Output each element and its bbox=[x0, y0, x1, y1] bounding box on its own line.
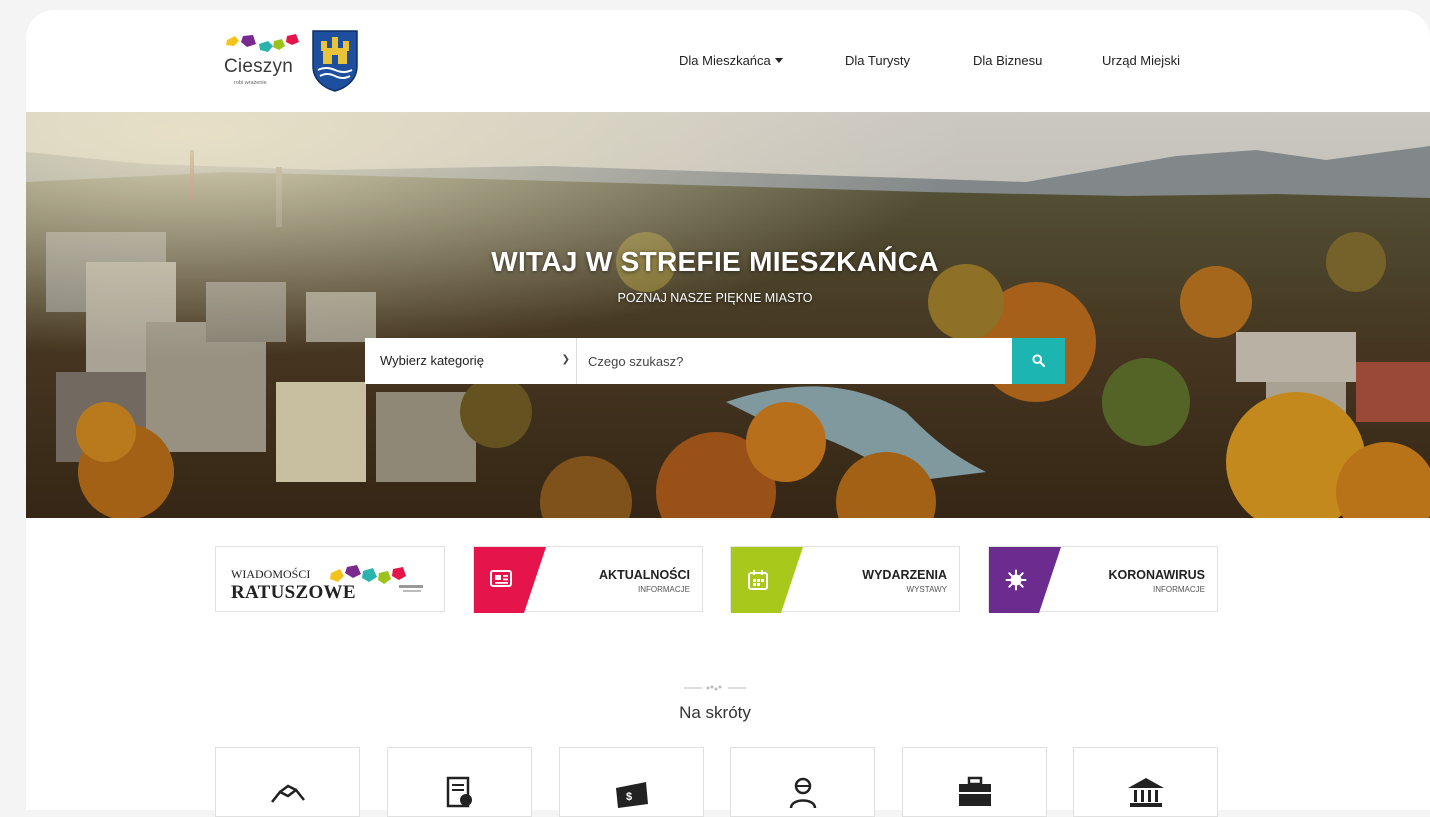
section-divider-icon bbox=[684, 685, 746, 691]
caret-down-icon bbox=[774, 58, 783, 63]
document-icon bbox=[446, 776, 472, 808]
nav-dla-mieszkanca[interactable]: Dla Mieszkańca bbox=[679, 53, 783, 68]
search-bar: Wybierz kategorię ❯ bbox=[365, 338, 1065, 384]
site-logo[interactable]: Cieszyn robi wrażenie bbox=[222, 28, 362, 94]
nav-urzad-miejski[interactable]: Urząd Miejski bbox=[1102, 53, 1180, 68]
hero-subtitle: POZNAJ NASZE PIĘKNE MIASTO bbox=[617, 291, 813, 305]
person-icon bbox=[789, 777, 817, 808]
virus-icon bbox=[1005, 569, 1027, 591]
page: Cieszyn robi wrażenie Dla Mieszkańca Dla… bbox=[0, 0, 1430, 817]
newsletter-logo-icon bbox=[330, 565, 423, 592]
search-input[interactable] bbox=[577, 338, 1012, 384]
logo-dots-icon bbox=[226, 34, 299, 52]
newsletter-logo-line1: WIADOMOŚCI bbox=[231, 567, 311, 581]
aktualnosci-link[interactable]: AKTUALNOŚCI INFORMACJE bbox=[473, 546, 703, 613]
logo-wordmark: Cieszyn bbox=[224, 56, 293, 77]
briefcase-icon bbox=[959, 776, 991, 806]
tile-subtitle: INFORMACJE bbox=[1153, 585, 1205, 594]
logo-tagline: robi wrażenie bbox=[234, 80, 267, 86]
tile-subtitle: INFORMACJE bbox=[638, 585, 690, 594]
nav-label: Dla Mieszkańca bbox=[679, 53, 771, 68]
search-button[interactable] bbox=[1012, 338, 1065, 384]
shortcuts-heading: Na skróty bbox=[679, 703, 751, 722]
tile-title: KORONAWIRUS bbox=[1108, 568, 1205, 582]
category-select[interactable]: Wybierz kategorię ❯ bbox=[365, 338, 577, 384]
shortcut-card-3[interactable]: $ bbox=[559, 747, 704, 817]
wiadomosci-ratuszowe-link[interactable]: WIADOMOŚCI RATUSZOWE bbox=[215, 546, 445, 612]
tile-subtitle: WYSTAWY bbox=[906, 585, 947, 594]
newspaper-icon bbox=[490, 570, 512, 587]
koronawirus-link[interactable]: KORONAWIRUS INFORMACJE bbox=[988, 546, 1218, 613]
hero-title: WITAJ W STREFIE MIESZKAŃCA bbox=[491, 246, 939, 277]
nav-dla-biznesu[interactable]: Dla Biznesu bbox=[973, 53, 1042, 68]
shortcut-card-1[interactable] bbox=[215, 747, 360, 817]
city-hall-icon bbox=[1128, 778, 1164, 807]
wydarzenia-link[interactable]: WYDARZENIA WYSTAWY bbox=[730, 546, 960, 613]
coat-of-arms-icon bbox=[312, 30, 358, 92]
shortcut-card-2[interactable] bbox=[387, 747, 532, 817]
svg-text:$: $ bbox=[626, 791, 632, 803]
shortcut-card-5[interactable] bbox=[902, 747, 1047, 817]
hero-banner bbox=[26, 112, 1430, 518]
hero-town-panorama bbox=[26, 112, 1430, 518]
handshake-icon bbox=[271, 784, 305, 803]
tile-title: WYDARZENIA bbox=[862, 568, 947, 582]
calendar-icon bbox=[748, 570, 768, 590]
tile-title: AKTUALNOŚCI bbox=[599, 568, 690, 582]
money-icon: $ bbox=[616, 782, 648, 808]
shortcut-card-4[interactable] bbox=[730, 747, 875, 817]
chevron-down-icon: ❯ bbox=[561, 354, 570, 365]
search-icon bbox=[1032, 354, 1045, 367]
nav-dla-turysty[interactable]: Dla Turysty bbox=[845, 53, 910, 68]
shortcut-card-6[interactable] bbox=[1073, 747, 1218, 817]
category-select-value: Wybierz kategorię bbox=[380, 353, 484, 368]
